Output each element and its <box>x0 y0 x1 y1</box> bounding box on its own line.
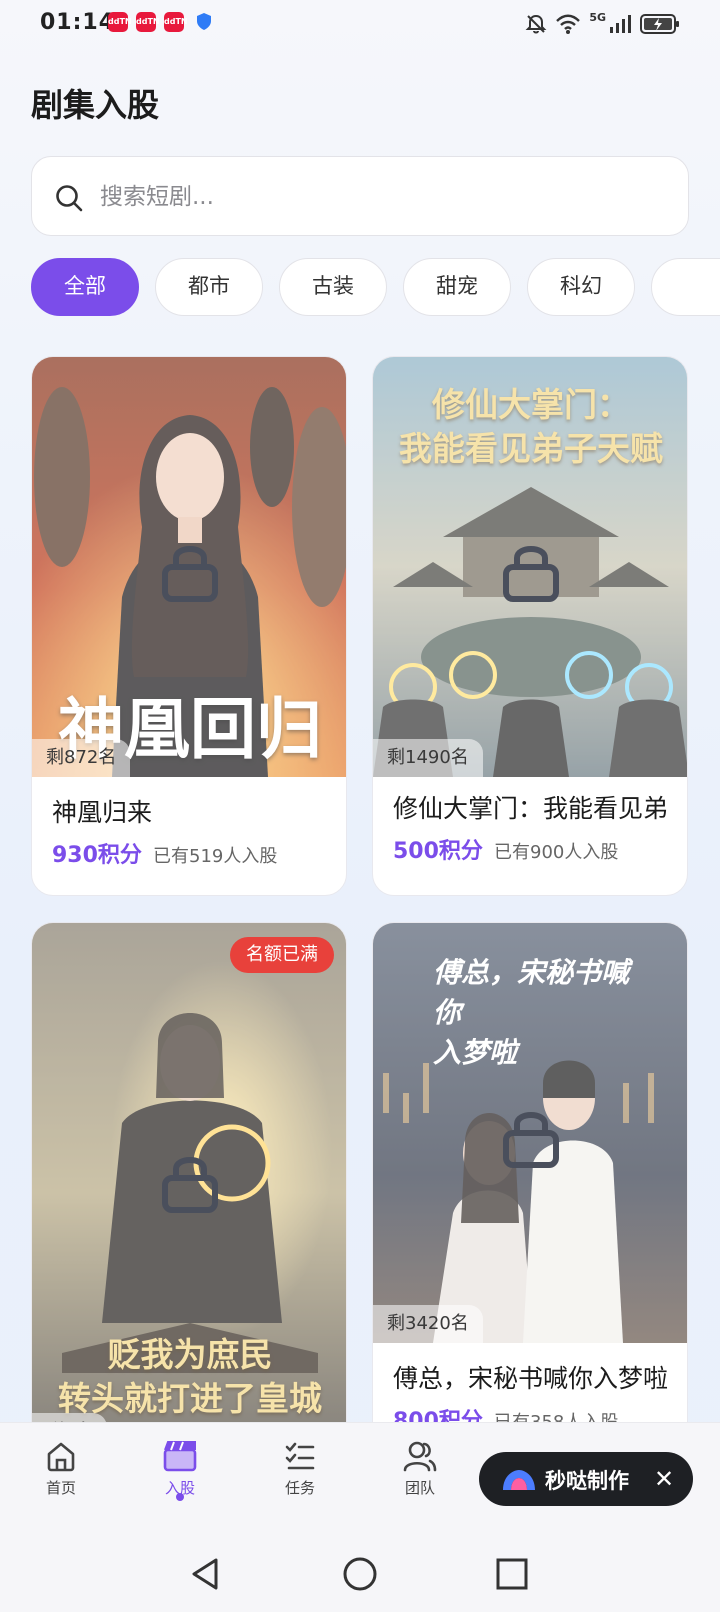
network-type-label: 5G <box>589 10 606 24</box>
lock-icon <box>503 1112 559 1168</box>
nav-item-team[interactable]: 团队 <box>380 1431 460 1521</box>
close-icon[interactable]: ✕ <box>649 1464 679 1494</box>
shield-icon <box>197 13 211 30</box>
notification-app-icon: ddTN <box>108 12 132 32</box>
remaining-slots-badge: 剩3420名 <box>373 1305 483 1343</box>
drama-card[interactable]: 神凰回归 剩872名 神凰归来 930积分 已有519人入股 <box>31 356 347 896</box>
clapperboard-icon <box>163 1441 197 1472</box>
page-title: 剧集入股 <box>31 86 160 124</box>
status-indicators: 5G <box>525 10 680 38</box>
category-tabs: 全部 都市 古装 甜宠 科幻 <box>31 258 720 318</box>
category-chip-all[interactable]: 全部 <box>31 258 139 316</box>
category-chip-costume[interactable]: 古装 <box>279 258 387 316</box>
recents-icon[interactable] <box>492 1554 532 1594</box>
drama-points: 500积分 <box>393 839 483 864</box>
nav-item-home[interactable]: 首页 <box>21 1431 101 1521</box>
drama-cover: 神凰回归 剩872名 <box>32 357 346 777</box>
home-circle-icon[interactable] <box>340 1554 380 1594</box>
category-chip-more[interactable] <box>651 258 720 316</box>
notification-app-icon: ddTN <box>136 12 160 32</box>
miaoda-logo-icon <box>503 1470 535 1490</box>
status-bar: 01:14 ddTN ddTN ddTN 5G <box>0 0 720 48</box>
drama-card[interactable]: 修仙大掌门： 我能看见弟子天赋 剩1490名 修仙大掌门：我能看见弟 500积分… <box>372 356 688 896</box>
drama-joined-count: 已有519人入股 <box>153 846 278 867</box>
search-bar[interactable] <box>31 156 689 236</box>
drama-title: 神凰归来 <box>52 798 153 827</box>
nav-label: 任务 <box>284 1479 315 1497</box>
back-icon[interactable] <box>186 1554 226 1594</box>
home-icon <box>47 1442 75 1472</box>
search-icon <box>56 185 83 212</box>
drama-card[interactable]: 傅总，宋秘书喊你 入梦啦 剩3420名 傅总，宋秘书喊你入梦啦 800积分 已有… <box>372 922 688 1462</box>
drama-cover: 修仙大掌门： 我能看见弟子天赋 剩1490名 <box>373 357 687 777</box>
drama-title: 修仙大掌门：我能看见弟 <box>393 794 669 823</box>
drama-joined-count: 已有900人入股 <box>494 842 619 863</box>
battery-charging-icon <box>640 14 679 34</box>
promo-label: 秒哒制作 <box>545 1469 629 1493</box>
status-time: 01:14 <box>40 10 116 35</box>
nav-label: 首页 <box>45 1479 76 1497</box>
lock-icon <box>162 546 218 602</box>
category-chip-scifi[interactable]: 科幻 <box>527 258 635 316</box>
remaining-slots-badge: 剩872名 <box>32 739 131 777</box>
nav-item-invest[interactable]: 入股 <box>140 1431 220 1521</box>
drama-card[interactable]: 贬我为庶民 转头就打进了皇城 名额已满 剩0名 <box>31 922 347 1462</box>
notification-app-icon: ddTN <box>164 12 188 32</box>
mute-bell-icon <box>525 14 547 34</box>
nav-item-tasks[interactable]: 任务 <box>260 1431 340 1521</box>
active-indicator <box>176 1493 184 1501</box>
remaining-slots-badge: 剩1490名 <box>373 739 483 777</box>
team-icon <box>403 1441 437 1472</box>
drama-meta: 930积分 已有519人入股 <box>52 837 277 869</box>
system-navigation-bar <box>0 1532 720 1612</box>
wifi-icon <box>556 14 581 34</box>
drama-title: 傅总，宋秘书喊你入梦啦 <box>393 1364 669 1393</box>
nav-label: 团队 <box>404 1479 435 1497</box>
promo-made-with-button[interactable]: 秒哒制作 ✕ <box>479 1452 693 1506</box>
drama-meta: 500积分 已有900人入股 <box>393 833 618 865</box>
category-chip-urban[interactable]: 都市 <box>155 258 263 316</box>
full-status-badge: 名额已满 <box>230 937 334 973</box>
task-list-icon <box>285 1442 315 1470</box>
drama-points: 930积分 <box>52 843 142 868</box>
lock-icon <box>162 1157 218 1213</box>
drama-cover: 傅总，宋秘书喊你 入梦啦 剩3420名 <box>373 923 687 1343</box>
signal-icon <box>610 15 631 33</box>
lock-icon <box>503 546 559 602</box>
search-input[interactable] <box>100 175 660 219</box>
category-chip-romance[interactable]: 甜宠 <box>403 258 511 316</box>
drama-cover: 贬我为庶民 转头就打进了皇城 名额已满 剩0名 <box>32 923 346 1461</box>
